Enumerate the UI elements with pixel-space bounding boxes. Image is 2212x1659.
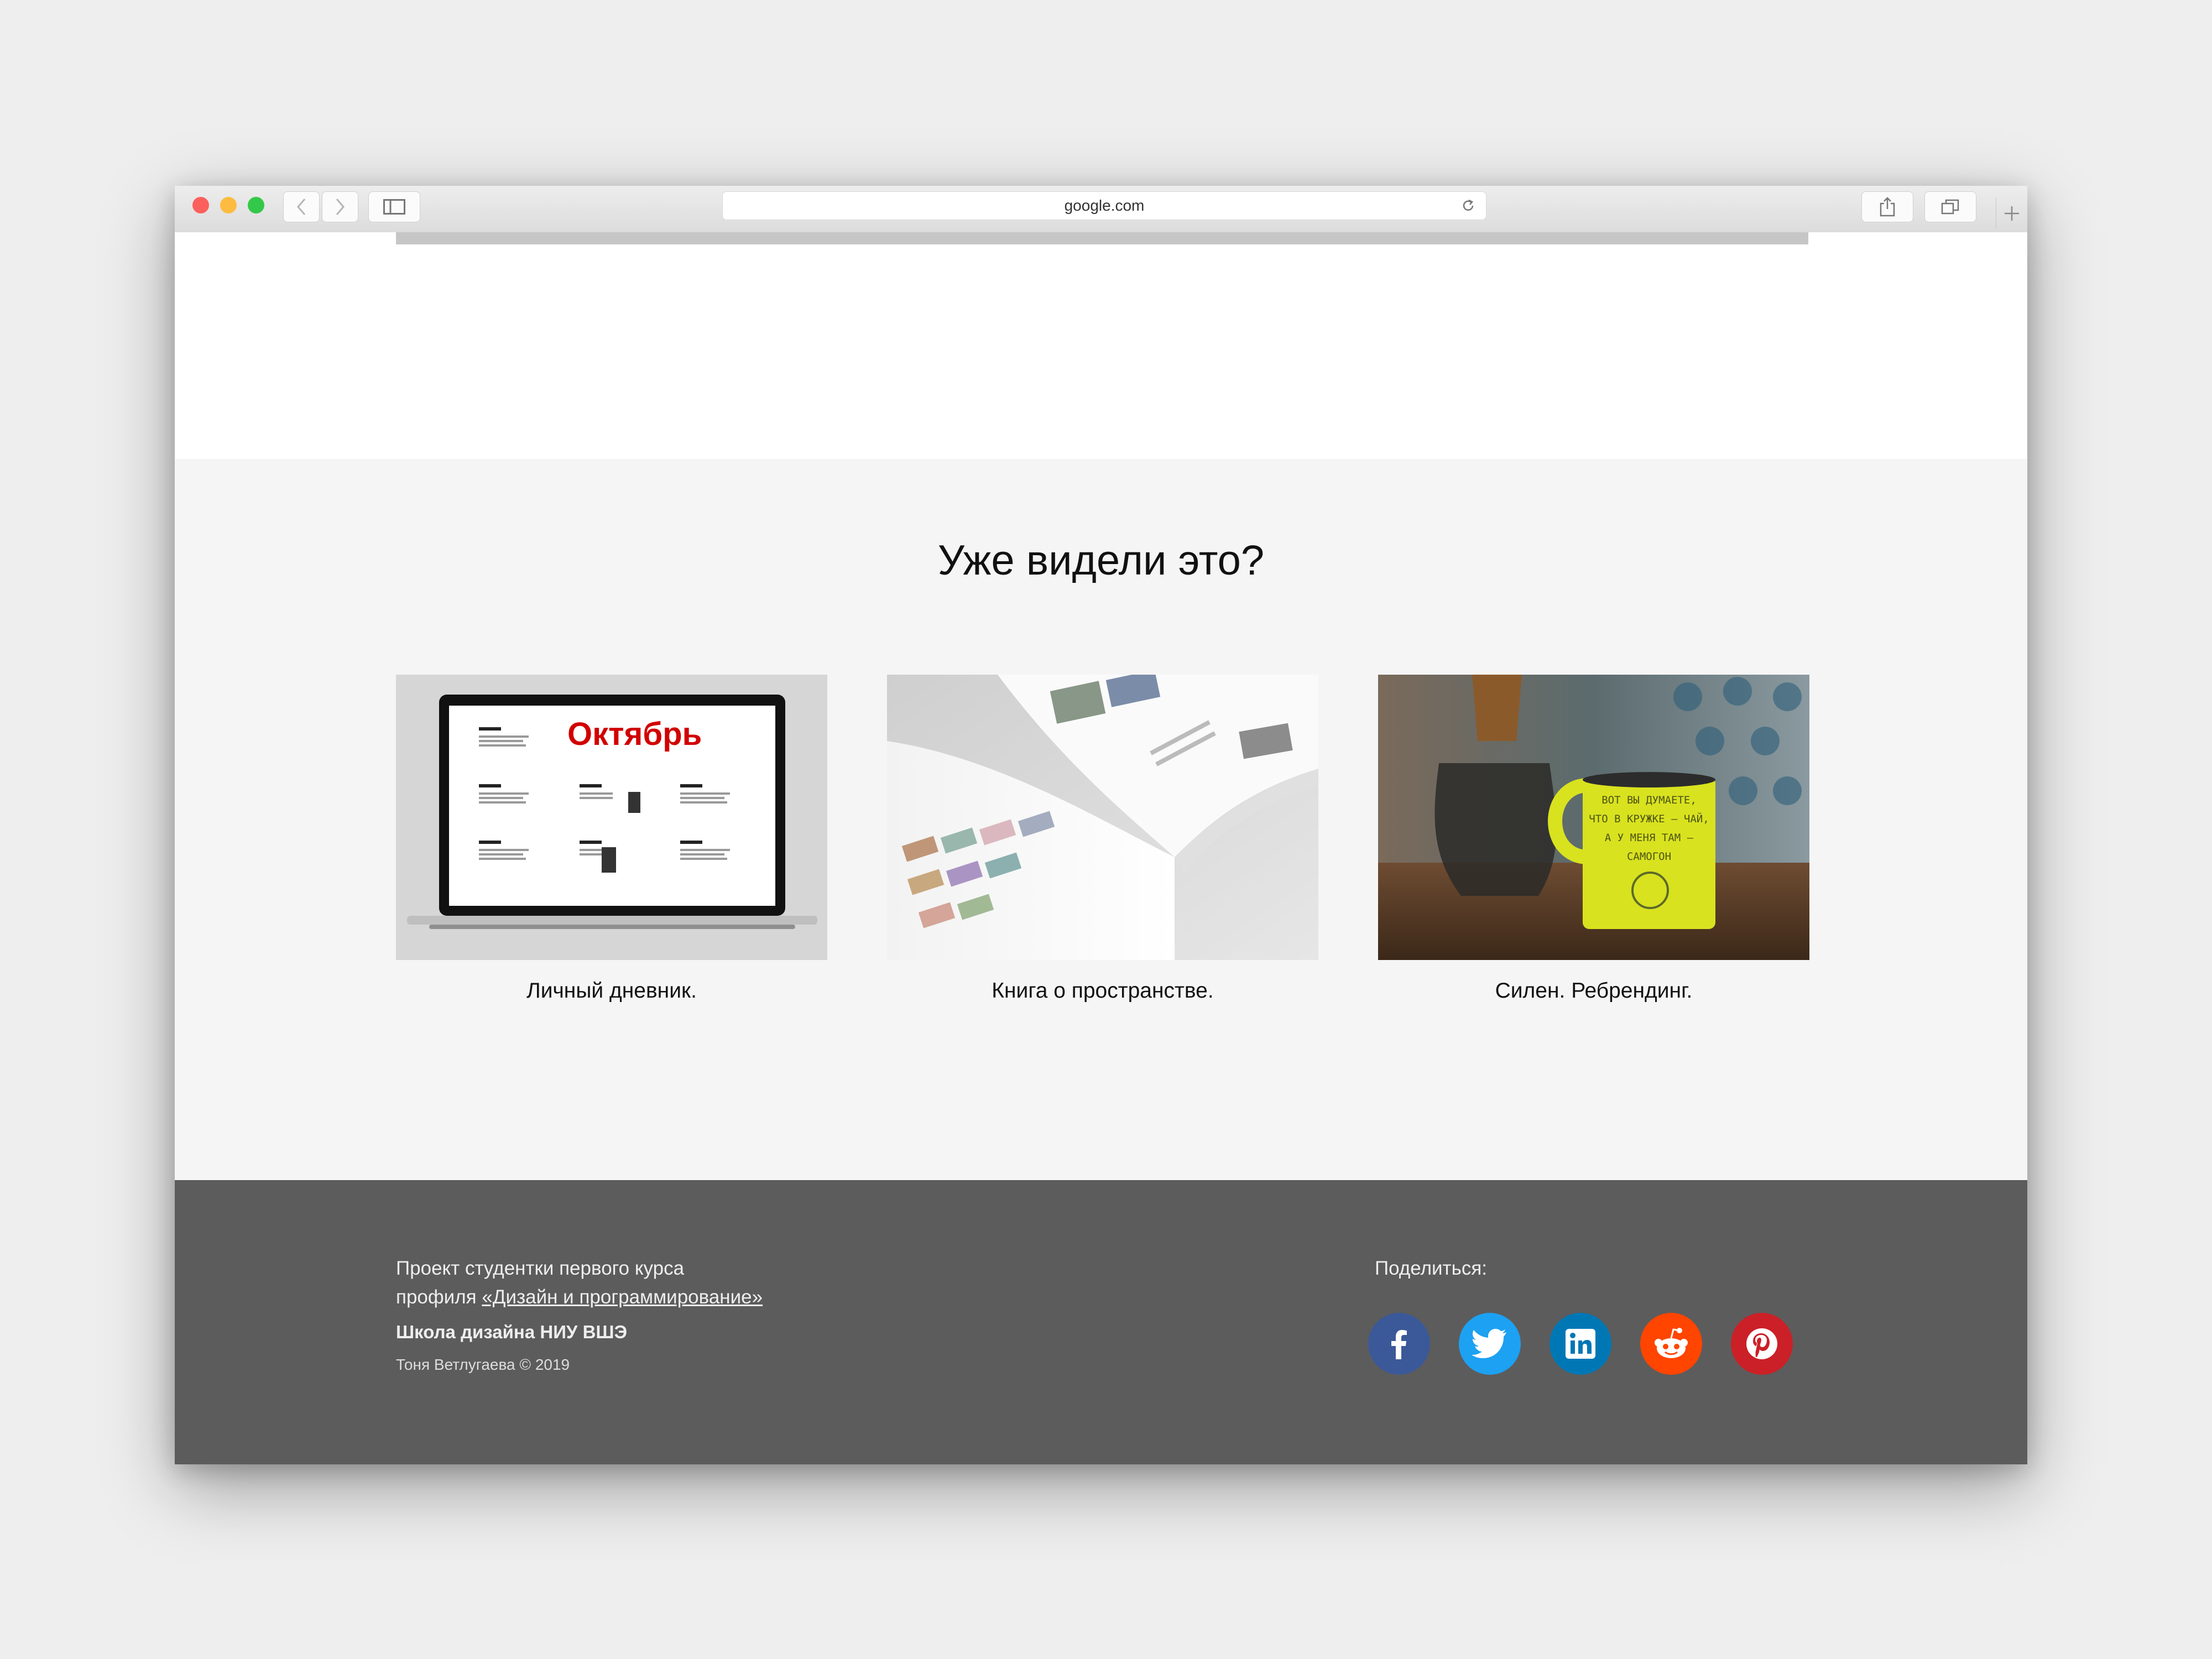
footer-project-line: Проект студентки первого курса xyxy=(396,1258,685,1279)
linkedin-icon xyxy=(1566,1329,1595,1359)
footer-school: Школа дизайна НИУ ВШЭ xyxy=(396,1322,628,1342)
book-mockup-image xyxy=(887,675,1318,960)
share-facebook-button[interactable] xyxy=(1368,1313,1430,1375)
footer-profile-line: профиля «Дизайн и программирование» xyxy=(396,1286,763,1308)
twitter-icon xyxy=(1472,1329,1506,1358)
maximize-window-button[interactable] xyxy=(248,197,264,213)
mug-text-line: ЧТО В КРУЖКЕ – ЧАЙ, xyxy=(1589,813,1709,825)
project-thumbnail-book[interactable] xyxy=(887,675,1318,960)
share-button[interactable] xyxy=(1861,191,1913,222)
browser-toolbar: google.com xyxy=(175,186,2027,233)
profile-link[interactable]: «Дизайн и программирование» xyxy=(482,1286,763,1308)
project-caption[interactable]: Силен. Ребрендинг. xyxy=(1378,979,1809,1003)
section-title: Уже видели это? xyxy=(937,537,1265,584)
browser-window: google.com Уже видели это? Октябрь Личны… xyxy=(175,186,2027,1464)
new-tab-button[interactable] xyxy=(1996,198,2027,229)
forward-button[interactable] xyxy=(322,191,358,222)
project-thumbnail-diary[interactable]: Октябрь xyxy=(396,675,827,960)
tabs-overview-button[interactable] xyxy=(1924,191,1976,222)
footer-profile-prefix: профиля xyxy=(396,1286,482,1308)
back-button[interactable] xyxy=(283,191,320,222)
url-text: google.com xyxy=(1064,197,1145,214)
reload-icon[interactable] xyxy=(1460,198,1476,213)
mug-text-line: А У МЕНЯ ТАМ – xyxy=(1604,832,1694,844)
share-icon xyxy=(1880,197,1895,217)
reddit-icon xyxy=(1655,1328,1688,1358)
related-projects-section: Уже видели это? Октябрь Личный дневник. … xyxy=(175,459,2027,1180)
mug-text-line: САМОГОН xyxy=(1626,851,1672,863)
project-card-diary[interactable]: Октябрь Личный дневник. xyxy=(396,675,827,1003)
share-pinterest-button[interactable] xyxy=(1731,1313,1793,1375)
chevron-right-icon xyxy=(336,199,345,215)
close-window-button[interactable] xyxy=(192,197,209,213)
address-bar[interactable]: google.com xyxy=(722,191,1486,220)
facebook-icon xyxy=(1391,1330,1407,1359)
project-thumbnail-rebranding[interactable]: ВОТ ВЫ ДУМАЕТЕ, ЧТО В КРУЖКЕ – ЧАЙ, А У … xyxy=(1378,675,1809,960)
tabs-icon xyxy=(1941,199,1959,215)
mug-text: ВОТ ВЫ ДУМАЕТЕ, ЧТО В КРУЖКЕ – ЧАЙ, А У … xyxy=(1583,791,1715,866)
share-linkedin-button[interactable] xyxy=(1550,1313,1611,1375)
project-caption[interactable]: Книга о пространстве. xyxy=(887,979,1318,1003)
footer-copyright: Тоня Ветлугаева © 2019 xyxy=(396,1356,570,1373)
divider xyxy=(396,232,1808,244)
minimize-window-button[interactable] xyxy=(220,197,237,213)
project-card-rebranding[interactable]: ВОТ ВЫ ДУМАЕТЕ, ЧТО В КРУЖКЕ – ЧАЙ, А У … xyxy=(1378,675,1809,1003)
pinterest-icon xyxy=(1746,1328,1777,1359)
share-reddit-button[interactable] xyxy=(1640,1313,1702,1375)
plus-icon xyxy=(2005,206,2019,221)
mug-text-line: ВОТ ВЫ ДУМАЕТЕ, xyxy=(1601,794,1697,806)
page-top-area xyxy=(175,232,2027,459)
project-caption[interactable]: Личный дневник. xyxy=(396,979,827,1003)
share-twitter-button[interactable] xyxy=(1459,1313,1521,1375)
sidebar-toggle-button[interactable] xyxy=(368,191,420,222)
share-label: Поделиться: xyxy=(1375,1258,1487,1279)
chevron-left-icon xyxy=(297,199,306,215)
page-footer: Проект студентки первого курса профиля «… xyxy=(175,1180,2027,1464)
web-page: Уже видели это? Октябрь Личный дневник. … xyxy=(175,232,2027,1464)
project-card-book[interactable]: Книга о пространстве. xyxy=(887,675,1318,1003)
screen-title: Октябрь xyxy=(567,716,702,752)
sidebar-icon xyxy=(383,199,405,215)
